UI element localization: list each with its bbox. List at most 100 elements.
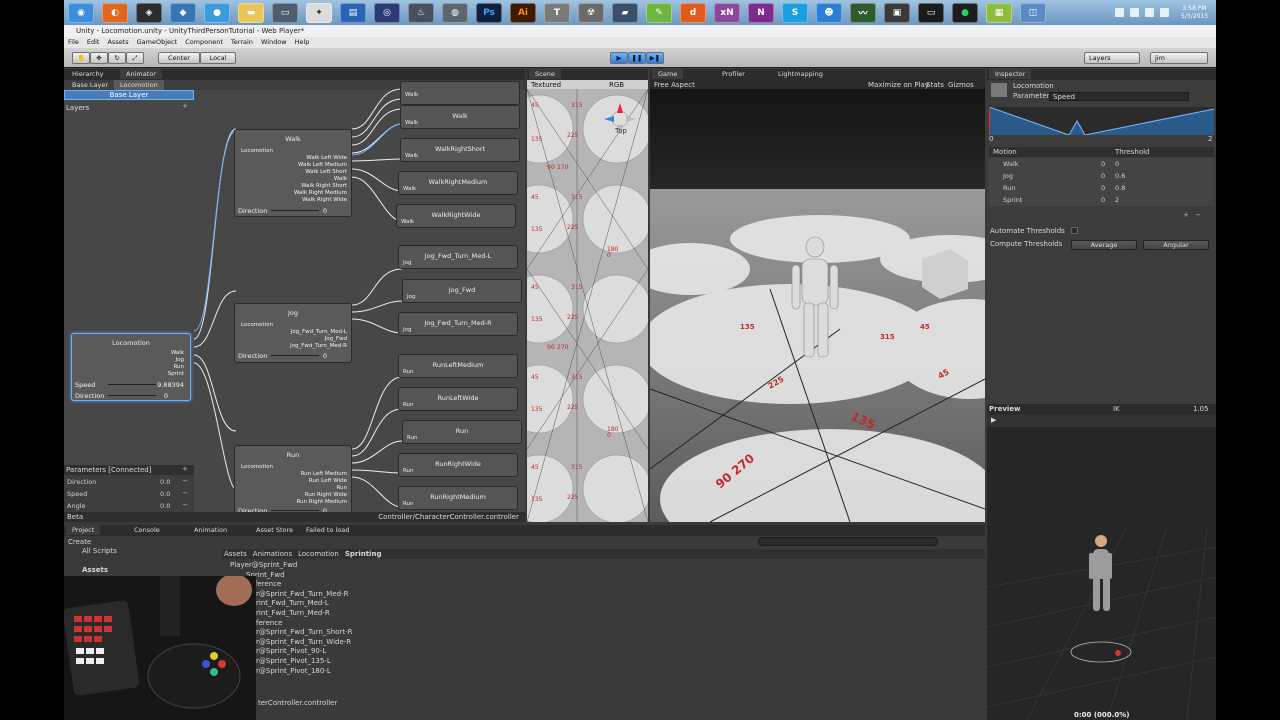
pause-button[interactable]: ❚❚: [628, 52, 646, 64]
blender-icon[interactable]: ◎: [374, 2, 400, 23]
clip-node[interactable]: Run Run: [402, 420, 522, 444]
tray-volume-icon[interactable]: [1145, 8, 1155, 17]
spotify-icon[interactable]: ●: [952, 2, 978, 23]
param-angle-value[interactable]: 0.0: [160, 502, 170, 510]
motion-speed[interactable]: 0: [1101, 160, 1105, 168]
remove-param-button[interactable]: −: [182, 477, 188, 485]
node-locomotion-root[interactable]: Locomotion Walk Jog Run Sprint Speed 9.8…: [71, 333, 191, 401]
clip-node[interactable]: Jog_Fwd Jog: [402, 279, 522, 303]
usb-icon[interactable]: ▭: [272, 2, 298, 23]
play-button[interactable]: ▶: [610, 52, 628, 64]
param-speed-value[interactable]: 0.0: [160, 490, 170, 498]
uv-icon[interactable]: ☢: [578, 2, 604, 23]
clip-node[interactable]: RunLeftWide Run: [398, 387, 518, 411]
game-aspect-dropdown[interactable]: Free Aspect: [654, 81, 695, 89]
menu-file[interactable]: File: [68, 37, 79, 48]
project-search-input[interactable]: [758, 537, 938, 546]
preview-speed[interactable]: 1.05: [1193, 405, 1209, 413]
motionbuilder-icon[interactable]: ✦: [306, 2, 332, 23]
node-walk[interactable]: Walk Locomotion Walk Left Wide Walk Left…: [234, 129, 352, 217]
unity-web-icon[interactable]: ●: [204, 2, 230, 23]
clip-node[interactable]: WalkRightWide Walk: [396, 204, 516, 228]
clip-node[interactable]: RunRightWide Run: [398, 453, 518, 477]
step-button[interactable]: ▶❚: [646, 52, 664, 64]
tab-inspector[interactable]: Inspector: [989, 69, 1032, 79]
tab-project[interactable]: Project: [66, 525, 101, 535]
chart-icon[interactable]: 〰: [850, 2, 876, 23]
crumb-animations[interactable]: Animations: [253, 549, 292, 559]
motion-threshold[interactable]: 0: [1115, 160, 1119, 168]
photoshop-icon[interactable]: Ps: [476, 2, 502, 23]
gizmos-dropdown[interactable]: Gizmos: [948, 81, 974, 89]
clip-node[interactable]: Jog_Fwd_Turn_Med-L Jog: [398, 245, 518, 269]
compute-angular-button[interactable]: Angular: [1143, 240, 1209, 250]
root-speed-value[interactable]: 9.88394: [157, 381, 184, 389]
node-jog[interactable]: Jog Locomotion Jog_Fwd_Turn_Med-L Jog_Fw…: [234, 303, 352, 363]
scene-viewport[interactable]: 45 135 90 45 135 45 135 90 45 135 45 135 315 225 270…: [527, 89, 648, 522]
folder-assets[interactable]: Assets: [82, 566, 108, 574]
clip-node[interactable]: WalkRightShort Walk: [400, 138, 520, 162]
game-viewport[interactable]: 135 90 270 225 45 315 45 135: [650, 89, 985, 522]
param-direction-value[interactable]: 0.0: [160, 478, 170, 486]
preview-play-icon[interactable]: ▶: [991, 416, 996, 424]
dropbox-icon[interactable]: ▣: [884, 2, 910, 23]
scene-render-mode[interactable]: Textured: [531, 81, 561, 89]
motion-name[interactable]: Run: [1003, 184, 1015, 192]
rotate-tool-button[interactable]: ↻: [108, 52, 126, 64]
word-flyer-icon[interactable]: ▤: [340, 2, 366, 23]
animation-preview-viewport[interactable]: [987, 427, 1216, 720]
root-direction-slider[interactable]: [108, 395, 156, 396]
qq-icon[interactable]: ◍: [442, 2, 468, 23]
move-tool-button[interactable]: ✥: [90, 52, 108, 64]
tray-network-icon[interactable]: [1160, 8, 1170, 17]
create-dropdown[interactable]: Create: [68, 538, 91, 546]
maximize-on-play-toggle[interactable]: Maximize on Play: [868, 81, 929, 89]
add-parameter-button[interactable]: +: [182, 465, 188, 473]
jog-direction-value[interactable]: 0: [323, 352, 327, 360]
clip-node-walk-top[interactable]: Walk: [400, 81, 520, 105]
menu-terrain[interactable]: Terrain: [231, 37, 253, 48]
menu-window[interactable]: Window: [261, 37, 287, 48]
onenote-icon[interactable]: N: [748, 2, 774, 23]
tab-game[interactable]: Game: [652, 69, 684, 79]
walk-direction-slider[interactable]: [271, 210, 319, 211]
jog-direction-slider[interactable]: [271, 355, 319, 356]
clock[interactable]: 3:58 PM 5/3/2013: [1181, 5, 1208, 21]
file-item[interactable]: Player@Sprint_Fwd: [230, 561, 352, 571]
root-direction-value[interactable]: 0: [164, 392, 168, 400]
skype-icon[interactable]: S: [782, 2, 808, 23]
maya-icon[interactable]: ◆: [170, 2, 196, 23]
parameter-dropdown[interactable]: Speed: [1049, 92, 1189, 101]
crumb-locomotion[interactable]: Locomotion: [298, 549, 339, 559]
layout-dropdown[interactable]: jim: [1150, 52, 1208, 64]
motion-speed[interactable]: 0: [1101, 184, 1105, 192]
tab-console[interactable]: Console: [128, 525, 166, 535]
menu-component[interactable]: Component: [185, 37, 223, 48]
clip-node[interactable]: RunLeftMedium Run: [398, 354, 518, 378]
layers-dropdown[interactable]: Layers: [1084, 52, 1140, 64]
crumb-sprinting[interactable]: Sprinting: [345, 549, 382, 559]
tab-scene[interactable]: Scene: [529, 69, 561, 79]
motion-speed[interactable]: 0: [1101, 172, 1105, 180]
clip-node[interactable]: Jog_Fwd_Turn_Med-R Jog: [398, 312, 518, 336]
node-run[interactable]: Run Locomotion Run Left Medium Run Left …: [234, 445, 352, 518]
menu-gameobject[interactable]: GameObject: [137, 37, 178, 48]
scene-color-mode[interactable]: RGB: [609, 81, 624, 89]
motion-name[interactable]: Jog: [1003, 172, 1013, 180]
typo-icon[interactable]: T: [544, 2, 570, 23]
chrome-icon[interactable]: ◉: [68, 2, 94, 23]
motion-speed[interactable]: 0: [1101, 196, 1105, 204]
tray-arrow-icon[interactable]: [1115, 8, 1125, 17]
folder-icon[interactable]: ▬: [238, 2, 264, 23]
tab-animation[interactable]: Animation: [188, 525, 233, 535]
crumb-assets[interactable]: Assets: [224, 549, 247, 559]
motion-threshold[interactable]: 0.6: [1115, 172, 1125, 180]
tab-lightmapping[interactable]: Lightmapping: [772, 69, 829, 79]
tray-flag-icon[interactable]: [1130, 8, 1140, 17]
dreamweaver-icon[interactable]: ✎: [646, 2, 672, 23]
add-motion-button[interactable]: +: [1183, 211, 1189, 219]
root-speed-slider[interactable]: [108, 384, 156, 385]
compute-average-button[interactable]: Average: [1071, 240, 1137, 250]
menu-assets[interactable]: Assets: [107, 37, 128, 48]
clip-node[interactable]: WalkRightMedium Walk: [398, 171, 518, 195]
